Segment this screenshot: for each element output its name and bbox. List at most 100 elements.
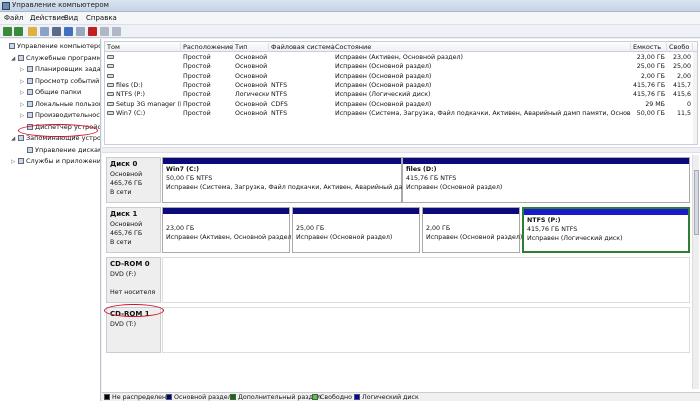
- expand-arrow-icon[interactable]: ◢: [11, 136, 17, 142]
- tree-item[interactable]: ▷ Просмотр событий: [20, 77, 99, 85]
- col-header-filesystem[interactable]: Файловая система: [269, 43, 335, 52]
- partition-ntfs-p[interactable]: NTFS (P:) 415,76 ГБ NTFS Исправен (Логич…: [522, 207, 690, 253]
- menu-view[interactable]: Вид: [64, 14, 78, 22]
- tree-item-label: Службы и приложения: [26, 157, 101, 165]
- tree-item[interactable]: ◢ Запоминающие устройст: [11, 134, 100, 142]
- col-header-free[interactable]: Свобо: [667, 43, 693, 52]
- table-cell: CDFS: [269, 100, 333, 109]
- partition-size: 23,00 ГБ: [166, 225, 195, 232]
- up-folder-icon[interactable]: [28, 27, 37, 36]
- expand-arrow-icon[interactable]: ▷: [20, 102, 26, 108]
- shared-folder-icon: [27, 89, 33, 95]
- col-header-type[interactable]: Тип: [233, 43, 269, 52]
- expand-arrow-icon[interactable]: ◢: [11, 56, 17, 62]
- pane-splitter[interactable]: [102, 147, 700, 153]
- cell-text: Основной: [235, 54, 268, 61]
- settings-icon[interactable]: [100, 27, 109, 36]
- tree-item[interactable]: Диспетчер устройств: [20, 122, 101, 131]
- disk-0-name: Диск 0: [110, 160, 138, 168]
- partition-size: 50,00 ГБ NTFS: [166, 175, 213, 182]
- table-row[interactable]: Простой Основной Исправен (Активен, Основн…: [105, 53, 697, 62]
- table-row[interactable]: Простой Основной Исправен (Основной раздел…: [105, 72, 697, 81]
- cell-text: 23,00: [672, 54, 691, 61]
- cell-text: Исправен (Основной раздел): [335, 81, 432, 89]
- expand-arrow-icon[interactable]: ▷: [20, 79, 26, 85]
- tree-item[interactable]: ◢ Служебные программы: [11, 54, 100, 62]
- expand-arrow-icon[interactable]: ▷: [20, 67, 26, 73]
- volume-list-header: Том Расположение Тип Файловая система Со…: [105, 42, 697, 52]
- table-cell: 29 МБ: [631, 100, 667, 109]
- table-cell: Исправен (Система, Загрузка, Файл подкач…: [333, 109, 631, 118]
- cdrom-0-label[interactable]: CD-ROM 0 DVD (F:) Нет носителя: [106, 257, 161, 303]
- cell-text: Исправен (Основной раздел): [335, 100, 432, 108]
- tree-item[interactable]: Управление дисками: [20, 146, 100, 154]
- expand-arrow-icon[interactable]: ▷: [11, 159, 17, 165]
- forward-icon[interactable]: [14, 27, 23, 36]
- table-row[interactable]: Win7 (C:) Простой Основной NTFS Исправен (Си…: [105, 109, 697, 118]
- cell-text: Простой: [183, 91, 211, 99]
- view-icon[interactable]: [76, 27, 85, 36]
- properties-icon[interactable]: [52, 27, 61, 36]
- cell-text: Исправен (Основной раздел): [335, 63, 432, 71]
- expand-arrow-icon[interactable]: ▷: [20, 113, 26, 119]
- tree-item-label: Локальные пользовате: [35, 99, 100, 108]
- scrollbar-thumb[interactable]: [694, 170, 699, 235]
- show-tree-icon[interactable]: [40, 27, 49, 36]
- help-icon[interactable]: [64, 27, 73, 36]
- menu-action[interactable]: Действие: [30, 14, 65, 22]
- title-bar[interactable]: Управление компьютером: [0, 0, 700, 12]
- expand-arrow-icon[interactable]: ▷: [20, 90, 26, 96]
- menu-file[interactable]: Файл: [4, 14, 23, 22]
- menu-bar: Файл Действие Вид Справка: [0, 12, 700, 25]
- partition-25gb[interactable]: 25,00 ГБ Исправен (Основной раздел): [292, 207, 420, 253]
- tree-item[interactable]: ▷ Производительность: [20, 111, 100, 119]
- cell-text: Простой: [183, 63, 211, 71]
- back-icon[interactable]: [3, 27, 12, 36]
- cell-text: files (D:): [116, 81, 143, 89]
- menu-help[interactable]: Справка: [86, 14, 117, 22]
- disk-view-scrollbar[interactable]: [692, 155, 699, 389]
- table-row[interactable]: Простой Основной Исправен (Основной раздел…: [105, 62, 697, 71]
- partition-2gb[interactable]: 2,00 ГБ Исправен (Основной раздел): [422, 207, 522, 253]
- main-pane: Том Расположение Тип Файловая система Со…: [102, 39, 700, 401]
- disk-1-type: Основной: [110, 221, 143, 228]
- tree-item[interactable]: ▷ Общие папки: [20, 88, 81, 96]
- legend-swatch: [230, 394, 236, 400]
- col-header-status[interactable]: Состояние: [333, 43, 631, 52]
- tree-item[interactable]: ▷ Службы и приложения: [11, 157, 101, 165]
- tree-item[interactable]: ▷ Планировщик заданий: [20, 65, 100, 73]
- cell-text: 0: [686, 100, 691, 108]
- cdrom-1-label[interactable]: CD-ROM 1 DVD (T:): [106, 307, 161, 353]
- table-cell: Исправен (Логический диск): [333, 90, 631, 99]
- col-header-volume[interactable]: Том: [105, 43, 181, 52]
- partition-23gb[interactable]: 23,00 ГБ Исправен (Активен, Основной раз…: [162, 207, 294, 253]
- table-cell: Основной: [233, 62, 269, 71]
- tree-item-label: Диспетчер устройств: [35, 122, 101, 131]
- table-cell: Исправен (Основной раздел): [333, 72, 631, 81]
- volume-icon: [107, 73, 114, 78]
- cdrom-0-area[interactable]: [162, 257, 690, 303]
- table-cell: 2,00 ГБ: [631, 72, 667, 81]
- col-header-layout[interactable]: Расположение: [181, 43, 233, 52]
- volume-list-scrollbar[interactable]: [693, 52, 697, 144]
- col-header-capacity[interactable]: Емкость: [631, 43, 667, 52]
- computer-management-icon: [2, 2, 10, 10]
- partition-bar: [163, 208, 289, 214]
- tree-item[interactable]: Управление компьютером (л: [2, 42, 100, 50]
- delete-icon[interactable]: [88, 27, 97, 36]
- cdrom-1-area[interactable]: [162, 307, 690, 353]
- disk-1-name: Диск 1: [110, 210, 138, 218]
- tree-item[interactable]: ▷ Локальные пользовате: [20, 99, 100, 108]
- table-cell: Простой: [181, 72, 233, 81]
- disk-0-label[interactable]: Диск 0 Основной 465,76 ГБ В сети: [106, 157, 161, 203]
- disk-1-label[interactable]: Диск 1 Основной 465,76 ГБ В сети: [106, 207, 161, 253]
- table-row[interactable]: files (D:) Простой Основной NTFS Исправен (О…: [105, 81, 697, 90]
- disk-icon[interactable]: [112, 27, 121, 36]
- partition-files-d[interactable]: files (D:) 415,76 ГБ NTFS Исправен (Осно…: [402, 157, 690, 203]
- partition-win7-c[interactable]: Win7 (C:) 50,00 ГБ NTFS Исправен (Систем…: [162, 157, 430, 203]
- cell-text: Основной: [235, 109, 268, 117]
- computer-icon: [9, 43, 15, 49]
- table-row[interactable]: Setup 3G manager (E:)Простой ОсновнойCDFS…: [105, 100, 697, 109]
- table-row[interactable]: NTFS (P:) Простой ЛогическийNTFS Исправен (…: [105, 90, 697, 99]
- table-cell: 415,76 ГБ: [631, 90, 667, 99]
